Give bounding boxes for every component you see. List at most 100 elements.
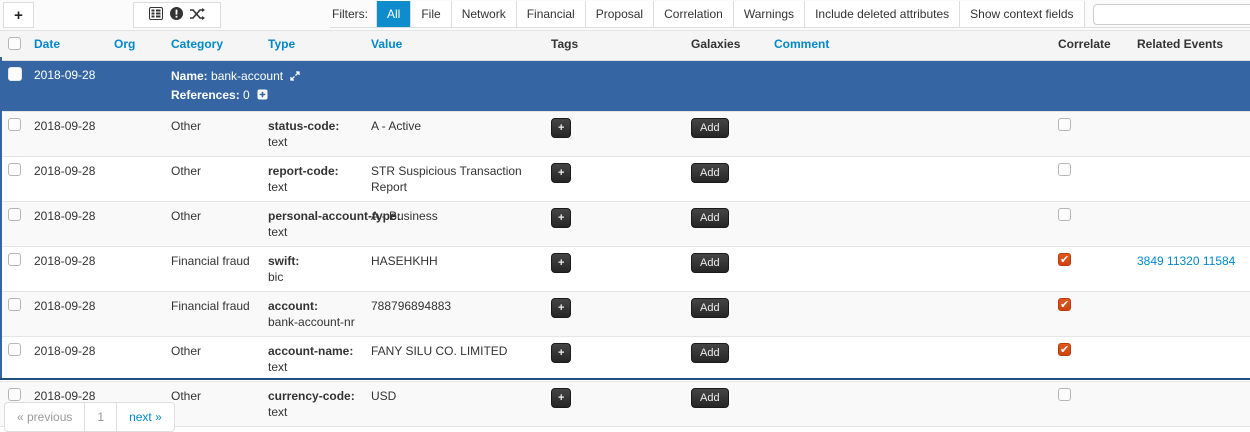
tags-cell: + xyxy=(543,202,683,247)
row-select-cell xyxy=(0,112,26,157)
add-reference-icon[interactable] xyxy=(257,89,268,103)
row-select-checkbox[interactable] xyxy=(8,208,21,221)
comment-cell xyxy=(766,247,1050,292)
galaxies-cell: Add xyxy=(683,202,766,247)
header-comment[interactable]: Comment xyxy=(766,31,1050,61)
filter-tab-correlation[interactable]: Correlation xyxy=(654,1,734,27)
table-bottom-border xyxy=(0,378,1250,380)
add-galaxy-button[interactable]: Add xyxy=(691,388,729,408)
row-select-checkbox[interactable] xyxy=(8,388,21,401)
value-cell: A - Business xyxy=(363,202,543,247)
object-org-cell xyxy=(106,61,163,112)
org-cell xyxy=(106,202,163,247)
filter-search-input[interactable] xyxy=(1093,4,1250,25)
add-attribute-button[interactable]: + xyxy=(3,2,34,28)
row-select-checkbox[interactable] xyxy=(8,253,21,266)
correlate-checkbox[interactable] xyxy=(1058,163,1071,176)
row-select-checkbox[interactable] xyxy=(8,163,21,176)
related-events-cell xyxy=(1129,292,1250,337)
filter-tab-show-context[interactable]: Show context fields xyxy=(960,1,1084,27)
filter-tab-warnings[interactable]: Warnings xyxy=(734,1,805,27)
correlate-checkbox[interactable] xyxy=(1058,118,1071,131)
attributes-toolbar: + Filters: All File Network Financial Pr… xyxy=(0,0,1250,30)
row-select-checkbox[interactable] xyxy=(8,343,21,356)
header-category[interactable]: Category xyxy=(163,31,260,61)
related-events-cell xyxy=(1129,157,1250,202)
object-select-checkbox[interactable] xyxy=(8,67,22,81)
expand-object-icon[interactable] xyxy=(290,70,300,84)
row-select-cell xyxy=(0,202,26,247)
category-cell: Other xyxy=(163,202,260,247)
org-cell xyxy=(106,247,163,292)
filter-tab-file[interactable]: File xyxy=(411,1,451,27)
related-events-cell xyxy=(1129,202,1250,247)
add-galaxy-button[interactable]: Add xyxy=(691,118,729,138)
pagination-next[interactable]: next » xyxy=(117,402,175,432)
header-value[interactable]: Value xyxy=(363,31,543,61)
table-header-row: Date Org Category Type Value Tags Galaxi… xyxy=(0,31,1250,61)
row-select-checkbox[interactable] xyxy=(8,118,21,131)
org-cell xyxy=(106,112,163,157)
add-tag-button[interactable]: + xyxy=(551,388,571,408)
header-org[interactable]: Org xyxy=(106,31,163,61)
add-galaxy-button[interactable]: Add xyxy=(691,253,729,273)
add-galaxy-button[interactable]: Add xyxy=(691,343,729,363)
filters-label: Filters: xyxy=(330,1,376,27)
related-event-link[interactable]: 3849 xyxy=(1137,254,1164,268)
filter-tab-network[interactable]: Network xyxy=(452,1,517,27)
comment-cell xyxy=(766,112,1050,157)
value-cell: HASEHKHH xyxy=(363,247,543,292)
type-cell: personal-account-type:text xyxy=(260,202,363,247)
select-all-checkbox[interactable] xyxy=(8,37,21,50)
pagination-page-1[interactable]: 1 xyxy=(85,402,117,432)
comment-cell xyxy=(766,337,1050,382)
galaxies-cell: Add xyxy=(683,292,766,337)
org-cell xyxy=(106,157,163,202)
row-select-cell xyxy=(0,337,26,382)
value-cell: USD xyxy=(363,382,543,427)
filter-bar: Filters: All File Network Financial Prop… xyxy=(330,1,1250,28)
attribute-row-personal-account-type: 2018-09-28 Other personal-account-type:t… xyxy=(0,202,1250,247)
correlate-checkbox[interactable] xyxy=(1058,208,1071,221)
related-event-link[interactable]: 11584 xyxy=(1203,254,1235,268)
add-tag-button[interactable]: + xyxy=(551,163,571,183)
list-view-icon[interactable] xyxy=(149,7,163,23)
row-select-checkbox[interactable] xyxy=(8,298,21,311)
correlate-cell xyxy=(1050,247,1129,292)
header-type[interactable]: Type xyxy=(260,31,363,61)
tags-cell: + xyxy=(543,292,683,337)
galaxies-cell: Add xyxy=(683,382,766,427)
filter-tab-financial[interactable]: Financial xyxy=(517,1,586,27)
date-cell: 2018-09-28 xyxy=(26,292,106,337)
header-related-events: Related Events xyxy=(1129,31,1250,61)
filter-tab-all[interactable]: All xyxy=(376,1,411,27)
add-tag-button[interactable]: + xyxy=(551,118,571,138)
correlate-checkbox[interactable] xyxy=(1058,253,1071,266)
filter-tab-include-deleted[interactable]: Include deleted attributes xyxy=(805,1,960,27)
row-select-cell xyxy=(0,157,26,202)
add-tag-button[interactable]: + xyxy=(551,253,571,273)
correlate-checkbox[interactable] xyxy=(1058,388,1071,401)
add-galaxy-button[interactable]: Add xyxy=(691,298,729,318)
header-date[interactable]: Date xyxy=(26,31,106,61)
correlate-checkbox[interactable] xyxy=(1058,343,1071,356)
add-tag-button[interactable]: + xyxy=(551,208,571,228)
category-cell: Financial fraud xyxy=(163,292,260,337)
add-tag-button[interactable]: + xyxy=(551,298,571,318)
add-tag-button[interactable]: + xyxy=(551,343,571,363)
row-select-cell xyxy=(0,247,26,292)
select-all-cell xyxy=(0,31,26,61)
filter-tab-proposal[interactable]: Proposal xyxy=(586,1,654,27)
attribute-row-status-code: 2018-09-28 Other status-code:text A - Ac… xyxy=(0,112,1250,157)
object-references-label: References: xyxy=(171,88,240,102)
galaxies-cell: Add xyxy=(683,337,766,382)
warning-exclamation-icon[interactable] xyxy=(170,7,183,23)
related-events-cell: 3849 11320 11584 xyxy=(1129,247,1250,292)
date-cell: 2018-09-28 xyxy=(26,157,106,202)
pagination: « previous 1 next » xyxy=(4,402,175,432)
correlate-checkbox[interactable] xyxy=(1058,298,1071,311)
add-galaxy-button[interactable]: Add xyxy=(691,163,729,183)
shuffle-icon[interactable] xyxy=(190,8,205,23)
add-galaxy-button[interactable]: Add xyxy=(691,208,729,228)
related-event-link[interactable]: 11320 xyxy=(1167,254,1199,268)
